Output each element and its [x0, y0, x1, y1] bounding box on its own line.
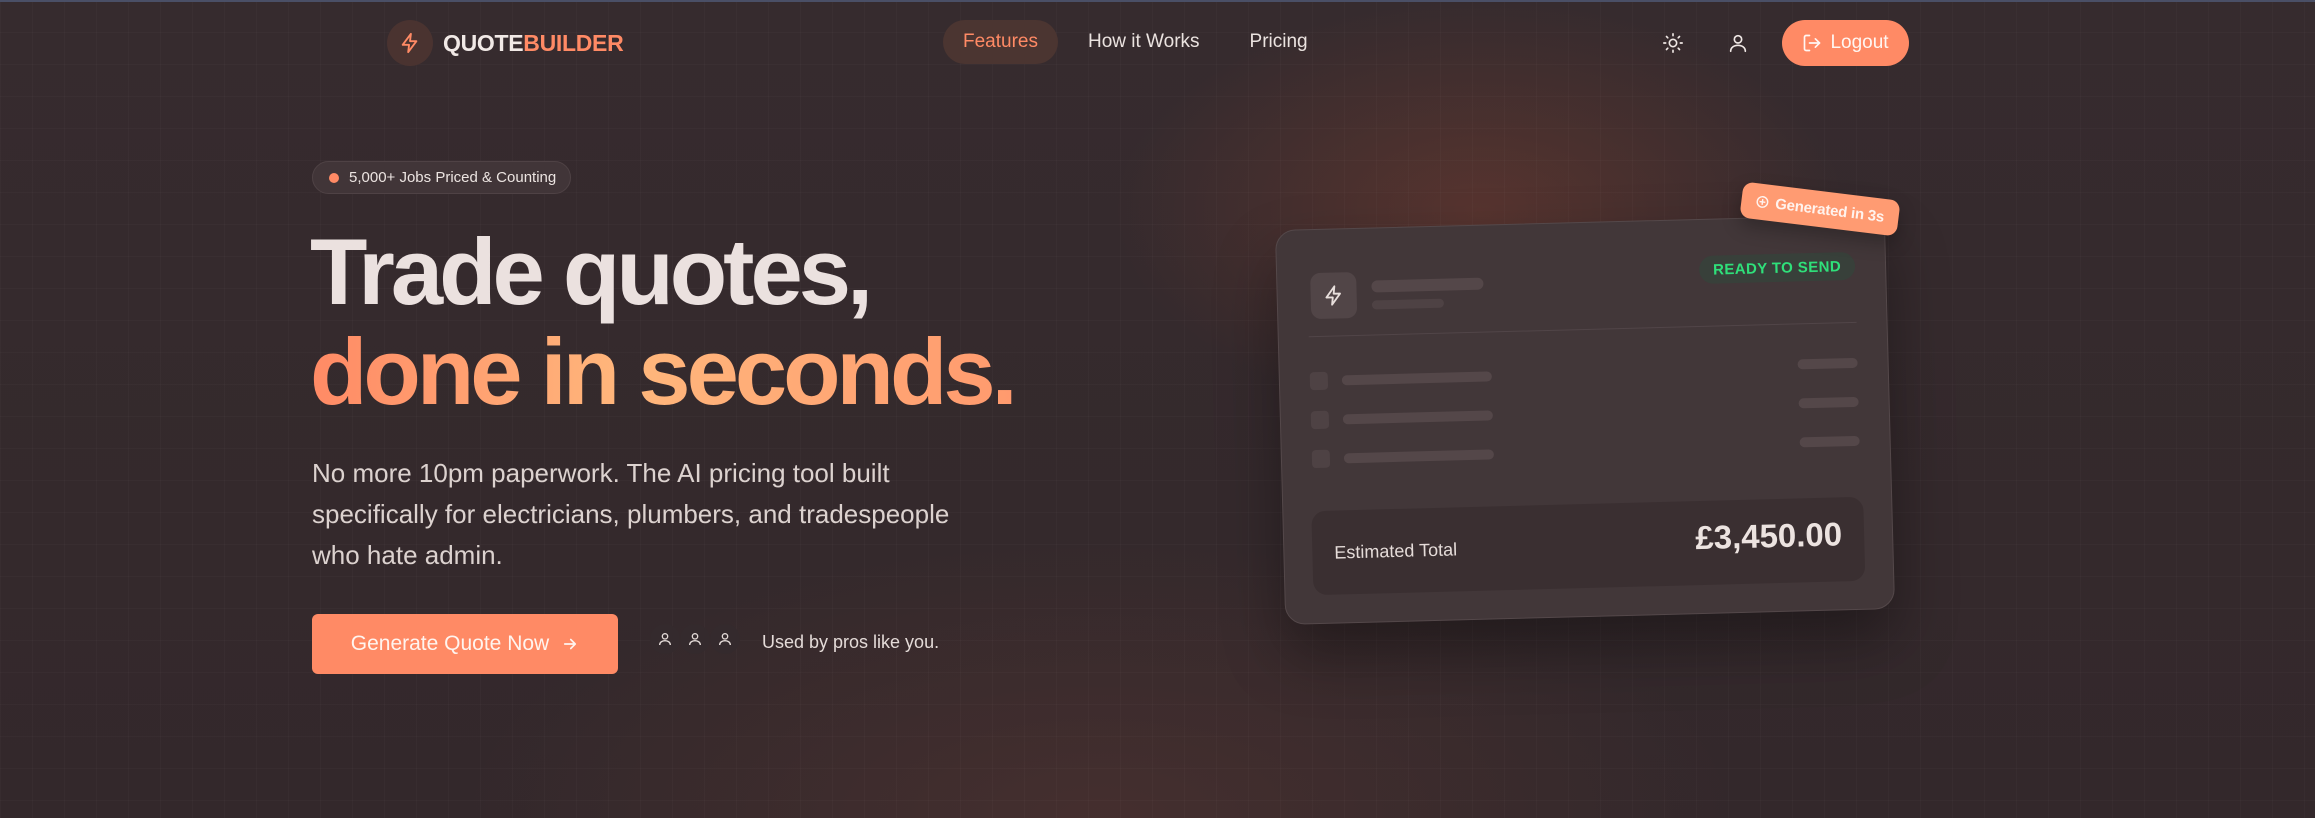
nav-how-it-works[interactable]: How it Works — [1068, 20, 1220, 64]
headline-line2: done in seconds. — [310, 319, 1018, 424]
quote-preview-card: READY TO SEND Estimated Total £3,450.00 — [1274, 214, 1896, 625]
jobs-badge: 5,000+ Jobs Priced & Counting — [312, 161, 572, 194]
sun-icon — [1663, 33, 1683, 53]
line-item-checkbox — [1311, 449, 1331, 469]
placeholder-amount — [1799, 435, 1860, 448]
badge-label: 5,000+ Jobs Priced & Counting — [349, 169, 557, 186]
logout-label: Logout — [1830, 32, 1889, 53]
brand-logo[interactable]: QUOTEBUILDER — [387, 20, 624, 66]
nav-actions: Logout — [1650, 20, 1909, 66]
avatar — [710, 624, 740, 654]
avatar — [650, 624, 680, 654]
logout-icon — [1804, 34, 1821, 52]
avatar — [680, 624, 710, 654]
placeholder-amount — [1798, 396, 1859, 409]
hero-subtitle: No more 10pm paperwork. The AI pricing t… — [312, 458, 950, 570]
line-item-checkbox — [1309, 371, 1329, 391]
user-icon — [659, 633, 671, 646]
headline-line1: Trade quotes, — [310, 219, 873, 324]
user-icon — [719, 633, 731, 646]
sparkle-icon — [1756, 196, 1769, 208]
brand-name-part1: QUOTE — [443, 29, 524, 56]
brand-name-part2: BUILDER — [523, 29, 624, 56]
brand-name: QUOTEBUILDER — [443, 29, 624, 57]
generate-quote-button[interactable]: Generate Quote Now — [312, 614, 618, 674]
main-menu: Features How it Works Pricing — [943, 20, 1328, 64]
top-nav: QUOTEBUILDER Features How it Works Prici… — [0, 0, 2315, 84]
placeholder-line — [1342, 410, 1493, 425]
badge-dot — [329, 172, 339, 183]
placeholder-title — [1371, 277, 1484, 293]
placeholder-line — [1341, 371, 1492, 386]
card-divider — [1308, 321, 1857, 338]
total-panel: Estimated Total £3,450.00 — [1311, 496, 1866, 596]
nav-features[interactable]: Features — [943, 20, 1058, 64]
placeholder-line — [1343, 449, 1495, 464]
cta-label: Generate Quote Now — [350, 632, 550, 655]
status-badge: READY TO SEND — [1698, 251, 1856, 284]
bolt-icon — [1310, 271, 1358, 320]
placeholder-amount — [1797, 357, 1858, 370]
hero-headline: Trade quotes, done in seconds. — [310, 219, 1018, 424]
user-icon — [689, 633, 701, 646]
theme-toggle-button[interactable] — [1650, 20, 1696, 66]
total-label: Estimated Total — [1334, 539, 1458, 563]
generated-tag-label: Generated in 3s — [1774, 195, 1886, 226]
bolt-icon — [387, 20, 433, 66]
user-icon — [1729, 34, 1747, 53]
logout-button[interactable]: Logout — [1782, 20, 1909, 66]
placeholder-subtitle — [1371, 298, 1445, 310]
arrow-right-icon — [564, 638, 577, 650]
account-button[interactable] — [1715, 20, 1761, 66]
total-value: £3,450.00 — [1694, 515, 1843, 557]
user-avatars — [650, 624, 740, 654]
social-proof-text: Used by pros like you. — [762, 632, 940, 652]
card-body: READY TO SEND Estimated Total £3,450.00 — [1274, 214, 1896, 625]
line-item-checkbox — [1310, 410, 1330, 430]
nav-pricing[interactable]: Pricing — [1230, 20, 1328, 64]
